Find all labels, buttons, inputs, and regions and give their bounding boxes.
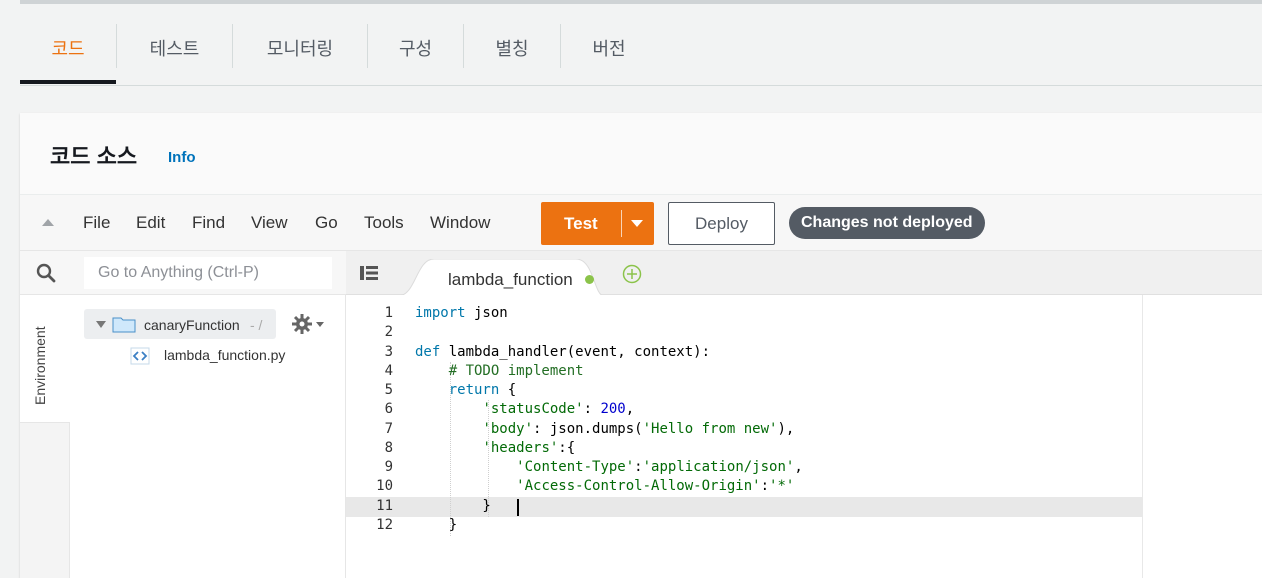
- code-line: import json: [415, 305, 508, 321]
- code-line: 'statusCode': 200,: [482, 401, 635, 417]
- environment-label: Environment: [32, 326, 48, 405]
- top-border: [20, 0, 1262, 4]
- code-line: # TODO implement: [448, 363, 584, 379]
- tab-list-icon[interactable]: [360, 265, 378, 281]
- line-number: 3: [384, 344, 393, 360]
- line-number: 4: [384, 363, 393, 379]
- code-line: }: [415, 498, 491, 514]
- active-tab-indicator: [20, 80, 116, 84]
- unsaved-indicator: [585, 275, 594, 284]
- code-line: return {: [448, 382, 517, 398]
- line-number: 11: [376, 498, 393, 514]
- tab-aliases[interactable]: 별칭: [464, 24, 560, 72]
- folder-path-suffix: - /: [250, 317, 263, 333]
- python-file-icon: [130, 347, 150, 365]
- environment-rail: Environment: [20, 295, 70, 578]
- line-number: 9: [384, 459, 393, 475]
- panel-title: 코드 소스: [50, 144, 138, 169]
- tab-configuration[interactable]: 구성: [368, 24, 463, 72]
- file-name: lambda_function.py: [164, 347, 286, 363]
- line-number: 5: [384, 382, 393, 398]
- menu-file[interactable]: File: [83, 213, 110, 233]
- code-source-panel: 코드 소스 Info File Edit Find View Go Tools …: [20, 113, 1262, 578]
- caret-down-icon[interactable]: [631, 220, 643, 227]
- print-margin: [1142, 295, 1143, 578]
- tab-test[interactable]: 테스트: [117, 24, 232, 72]
- ide-menu-bar: File Edit Find View Go Tools Window Test…: [20, 195, 1262, 251]
- line-number: 2: [384, 324, 393, 340]
- file-tree: canaryFunction - / lambda_function.py: [70, 295, 346, 578]
- menu-go[interactable]: Go: [315, 213, 338, 233]
- folder-name: canaryFunction: [144, 317, 240, 333]
- line-number: 1: [384, 305, 393, 321]
- tab-monitoring[interactable]: 모니터링: [233, 24, 367, 72]
- editor-tab-label: lambda_function: [448, 270, 573, 289]
- line-number: 10: [376, 478, 393, 494]
- menu-window[interactable]: Window: [430, 213, 490, 233]
- search-icon[interactable]: [36, 263, 56, 283]
- split-divider: [621, 210, 622, 237]
- code-line: 'Access-Control-Allow-Origin':'*': [516, 478, 795, 494]
- menu-view[interactable]: View: [251, 213, 288, 233]
- text-cursor: [517, 499, 519, 516]
- collapse-arrow-icon[interactable]: [42, 219, 54, 226]
- environment-tab[interactable]: Environment: [20, 295, 70, 423]
- expand-triangle-icon[interactable]: [96, 321, 106, 328]
- editor-tab[interactable]: lambda_function: [398, 259, 604, 296]
- line-number: 12: [376, 517, 393, 533]
- line-number: 8: [384, 440, 393, 456]
- menu-find[interactable]: Find: [192, 213, 225, 233]
- deploy-button[interactable]: Deploy: [668, 202, 775, 245]
- add-tab-icon[interactable]: [622, 264, 642, 284]
- code-line: }: [415, 517, 458, 533]
- code-line: def lambda_handler(event, context):: [415, 344, 711, 360]
- tab-code[interactable]: 코드: [20, 24, 116, 72]
- goto-search-bar: [20, 251, 346, 295]
- code-line: 'Content-Type':'application/json',: [516, 459, 803, 475]
- test-button[interactable]: Test: [541, 202, 654, 245]
- info-link[interactable]: Info: [168, 149, 196, 166]
- goto-anything-input[interactable]: [84, 257, 332, 289]
- line-number: 6: [384, 401, 393, 417]
- folder-icon: [112, 317, 136, 333]
- menu-tools[interactable]: Tools: [364, 213, 404, 233]
- folder-item[interactable]: canaryFunction - /: [84, 309, 276, 339]
- line-number: 7: [384, 421, 393, 437]
- panel-header: 코드 소스 Info: [20, 113, 1262, 195]
- code-line: 'headers':{: [482, 440, 576, 456]
- gear-icon[interactable]: [292, 313, 326, 335]
- editor-tab-bar: lambda_function: [346, 251, 1262, 296]
- menu-edit[interactable]: Edit: [136, 213, 165, 233]
- test-button-label: Test: [564, 214, 598, 233]
- function-tabs: 코드 테스트 모니터링 구성 별칭 버전: [20, 6, 1262, 86]
- status-badge: Changes not deployed: [789, 207, 985, 239]
- code-line: 'body': json.dumps('Hello from new'),: [482, 421, 795, 437]
- tab-versions[interactable]: 버전: [561, 24, 657, 72]
